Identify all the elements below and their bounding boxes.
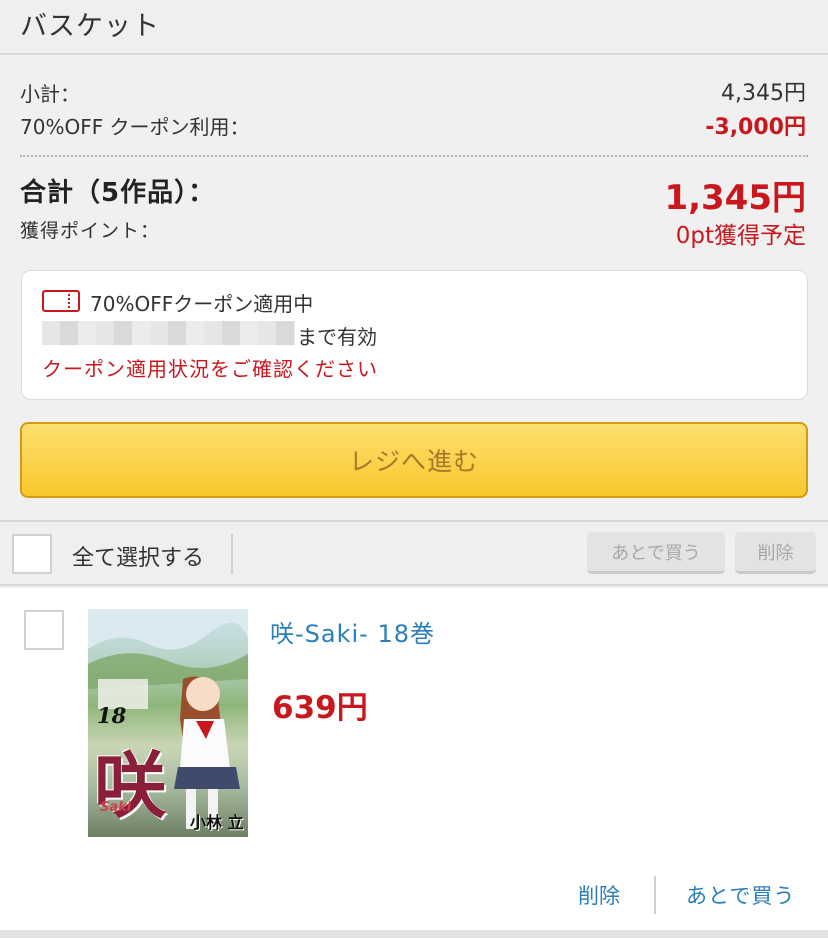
book-cover-image[interactable]: 18 咲 Saki 小林 立 <box>88 609 248 837</box>
select-all-checkbox[interactable] <box>12 534 52 574</box>
cover-volume: 18 <box>97 703 127 728</box>
points-label: 獲得ポイント： <box>20 220 161 242</box>
total-label: 合計（5作品）： <box>20 178 216 208</box>
item-delete-link[interactable]: 削除 <box>578 880 620 910</box>
selection-toolbar: 全て選択する あとで買う 削除 <box>0 520 828 586</box>
item-later-link[interactable]: あとで買う <box>686 880 795 910</box>
toolbar-divider <box>231 534 233 574</box>
divider <box>20 155 808 157</box>
cover-author: 小林 立 <box>190 813 244 832</box>
coupon-title: 70%OFFクーポン適用中 <box>90 292 314 316</box>
item-title-link[interactable]: 咲-Saki- 18巻 <box>270 614 435 649</box>
cart-item: 18 咲 Saki 小林 立 咲-Saki- 18巻 639円 削除 あとで買う <box>0 588 828 930</box>
total-value: 1,345円 <box>664 178 806 218</box>
header: バスケット <box>0 0 828 55</box>
item-checkbox[interactable] <box>24 610 64 650</box>
coupon-status-link[interactable]: クーポン適用状況をご確認ください <box>42 353 378 382</box>
item-price: 639円 <box>272 690 368 726</box>
select-all-label[interactable]: 全て選択する <box>72 540 204 572</box>
later-selected-button[interactable]: あとで買う <box>587 532 725 574</box>
coupon-discount-value: -3,000円 <box>705 115 806 140</box>
coupon-discount-label: 70%OFF クーポン利用： <box>20 115 250 139</box>
coupon-until: まで有効 <box>297 325 377 349</box>
cover-subtitle: Saki <box>100 800 132 815</box>
cover-logo: 咲 <box>94 743 167 828</box>
ticket-icon <box>42 290 80 312</box>
subtotal-value: 4,345円 <box>721 81 806 106</box>
page-title: バスケット <box>20 11 160 42</box>
checkout-button[interactable]: レジへ進む <box>20 422 808 498</box>
subtotal-label: 小計： <box>20 82 80 106</box>
redacted-date <box>42 321 295 345</box>
item-actions-divider <box>654 876 656 914</box>
points-value: 0pt獲得予定 <box>675 223 806 249</box>
coupon-notice: 70%OFFクーポン適用中 まで有効 クーポン適用状況をご確認ください <box>21 270 808 400</box>
bottom-bar <box>0 930 828 938</box>
delete-selected-button[interactable]: 削除 <box>735 532 816 574</box>
